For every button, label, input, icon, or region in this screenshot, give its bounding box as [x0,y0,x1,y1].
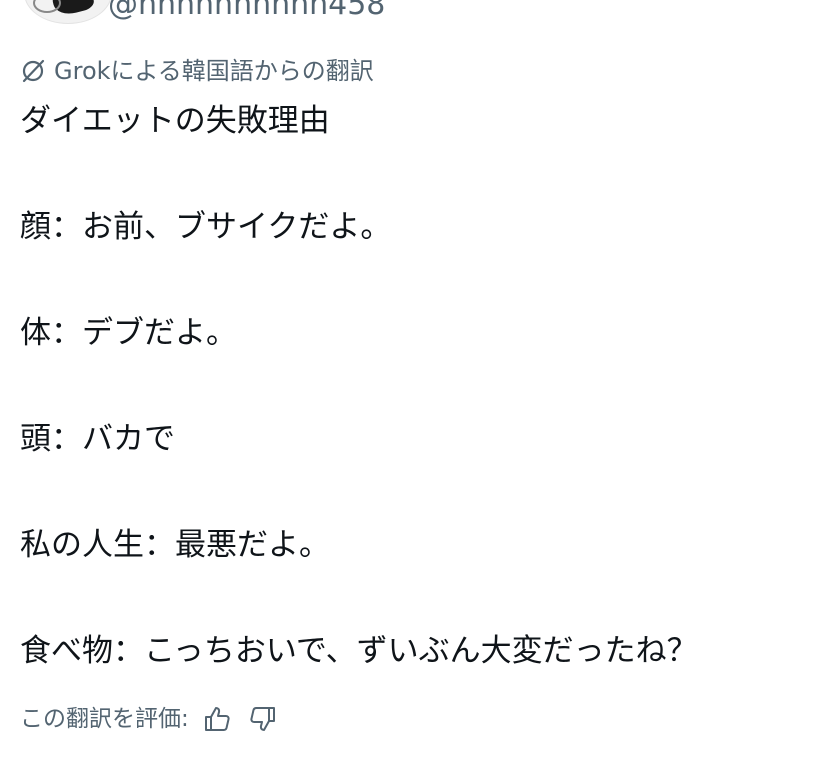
author-row [24,0,112,24]
thumbs-down-icon[interactable] [245,701,281,737]
post-line: 私の人生：最悪だよ。 [20,527,330,563]
post-body: ダイエットの失敗理由 顔：お前、ブサイクだよ。 体：デブだよ。 頭：バカで 私の… [20,100,820,672]
rate-translation-label: この翻訳を評価: [20,705,189,732]
post-line: 食べ物：こっちおいで、ずいぶん大変だったね？ [20,633,698,669]
grok-icon [20,58,46,84]
thumbs-up-icon[interactable] [199,701,235,737]
post-line: 頭：バカで [20,421,175,457]
rate-translation-row: この翻訳を評価: [20,701,281,737]
post-line: 体：デブだよ。 [20,315,237,351]
translation-attribution-label: Grokによる韓国語からの翻訳 [54,57,374,85]
translation-attribution: Grokによる韓国語からの翻訳 [20,58,374,84]
post-line: 顔：お前、ブサイクだよ。 [20,209,392,245]
post-line: ダイエットの失敗理由 [20,103,330,139]
author-handle[interactable]: @hhhhhhhhhh458 [108,0,385,20]
avatar[interactable] [24,0,112,24]
